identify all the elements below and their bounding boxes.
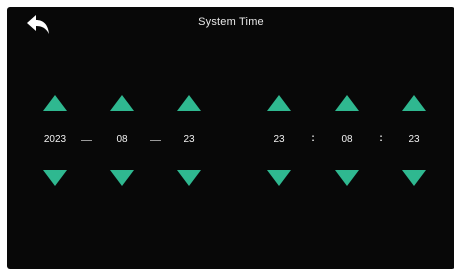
time-separator-1: : <box>311 133 315 144</box>
second-decrement-button[interactable] <box>401 169 427 187</box>
month-value: 08 <box>116 134 128 145</box>
page-title: System Time <box>198 16 264 28</box>
triangle-up-icon <box>267 95 291 111</box>
system-time-screen: System Time 2023 08 23 23 : 08 : 23 <box>7 7 454 269</box>
triangle-down-icon <box>177 170 201 186</box>
triangle-down-icon <box>110 170 134 186</box>
triangle-down-icon <box>43 170 67 186</box>
minute-value: 08 <box>341 134 353 145</box>
day-decrement-button[interactable] <box>176 169 202 187</box>
date-separator-2 <box>150 140 161 141</box>
date-separator-1 <box>81 140 92 141</box>
second-increment-button[interactable] <box>401 94 427 112</box>
triangle-up-icon <box>43 95 67 111</box>
day-value: 23 <box>183 134 195 145</box>
triangle-up-icon <box>177 95 201 111</box>
triangle-down-icon <box>267 170 291 186</box>
hour-value: 23 <box>273 134 285 145</box>
triangle-down-icon <box>402 170 426 186</box>
year-decrement-button[interactable] <box>42 169 68 187</box>
hour-increment-button[interactable] <box>266 94 292 112</box>
time-separator-2: : <box>379 133 383 144</box>
year-increment-button[interactable] <box>42 94 68 112</box>
triangle-up-icon <box>402 95 426 111</box>
second-value: 23 <box>408 134 420 145</box>
triangle-up-icon <box>335 95 359 111</box>
triangle-up-icon <box>110 95 134 111</box>
hour-decrement-button[interactable] <box>266 169 292 187</box>
minute-decrement-button[interactable] <box>334 169 360 187</box>
day-increment-button[interactable] <box>176 94 202 112</box>
year-value: 2023 <box>43 134 67 145</box>
triangle-down-icon <box>335 170 359 186</box>
minute-increment-button[interactable] <box>334 94 360 112</box>
month-increment-button[interactable] <box>109 94 135 112</box>
month-decrement-button[interactable] <box>109 169 135 187</box>
